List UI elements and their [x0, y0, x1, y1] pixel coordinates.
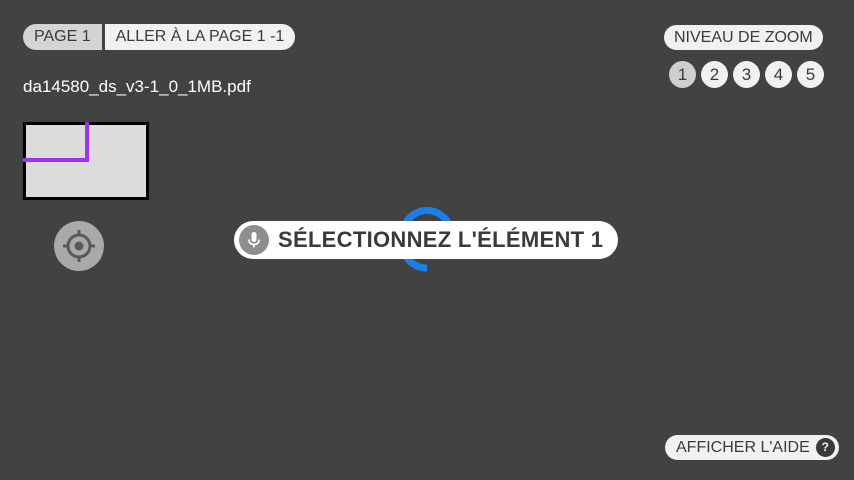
page-thumbnail-minimap[interactable]: [23, 122, 149, 200]
voice-command-prompt: SÉLECTIONNEZ L'ÉLÉMENT 1: [234, 221, 618, 259]
zoom-level-5[interactable]: 5: [797, 61, 824, 88]
page-navigation: PAGE 1 ALLER À LA PAGE 1 -1: [23, 24, 296, 50]
viewport-indicator-vertical: [85, 122, 89, 162]
current-page-badge: PAGE 1: [23, 24, 102, 50]
zoom-level-2[interactable]: 2: [701, 61, 728, 88]
microphone-button[interactable]: [239, 225, 269, 255]
zoom-level-title: NIVEAU DE ZOOM: [664, 25, 823, 50]
help-label: AFFICHER L'AIDE: [676, 439, 810, 456]
zoom-level-4[interactable]: 4: [765, 61, 792, 88]
recenter-button[interactable]: [54, 221, 104, 271]
prompt-text: SÉLECTIONNEZ L'ÉLÉMENT 1: [278, 227, 604, 252]
microphone-icon: [248, 232, 260, 248]
viewport-indicator-horizontal: [23, 158, 89, 162]
goto-page-button[interactable]: ALLER À LA PAGE 1 -1: [104, 24, 296, 50]
question-icon: ?: [815, 438, 835, 457]
pdf-viewer-screen: PAGE 1 ALLER À LA PAGE 1 -1 da14580_ds_v…: [0, 0, 854, 480]
zoom-level-selector: 1 2 3 4 5: [669, 61, 829, 88]
zoom-level-3[interactable]: 3: [733, 61, 760, 88]
zoom-level-1[interactable]: 1: [669, 61, 696, 88]
document-filename: da14580_ds_v3-1_0_1MB.pdf: [23, 77, 251, 96]
show-help-button[interactable]: AFFICHER L'AIDE ?: [665, 435, 839, 460]
crosshair-icon: [63, 230, 95, 262]
